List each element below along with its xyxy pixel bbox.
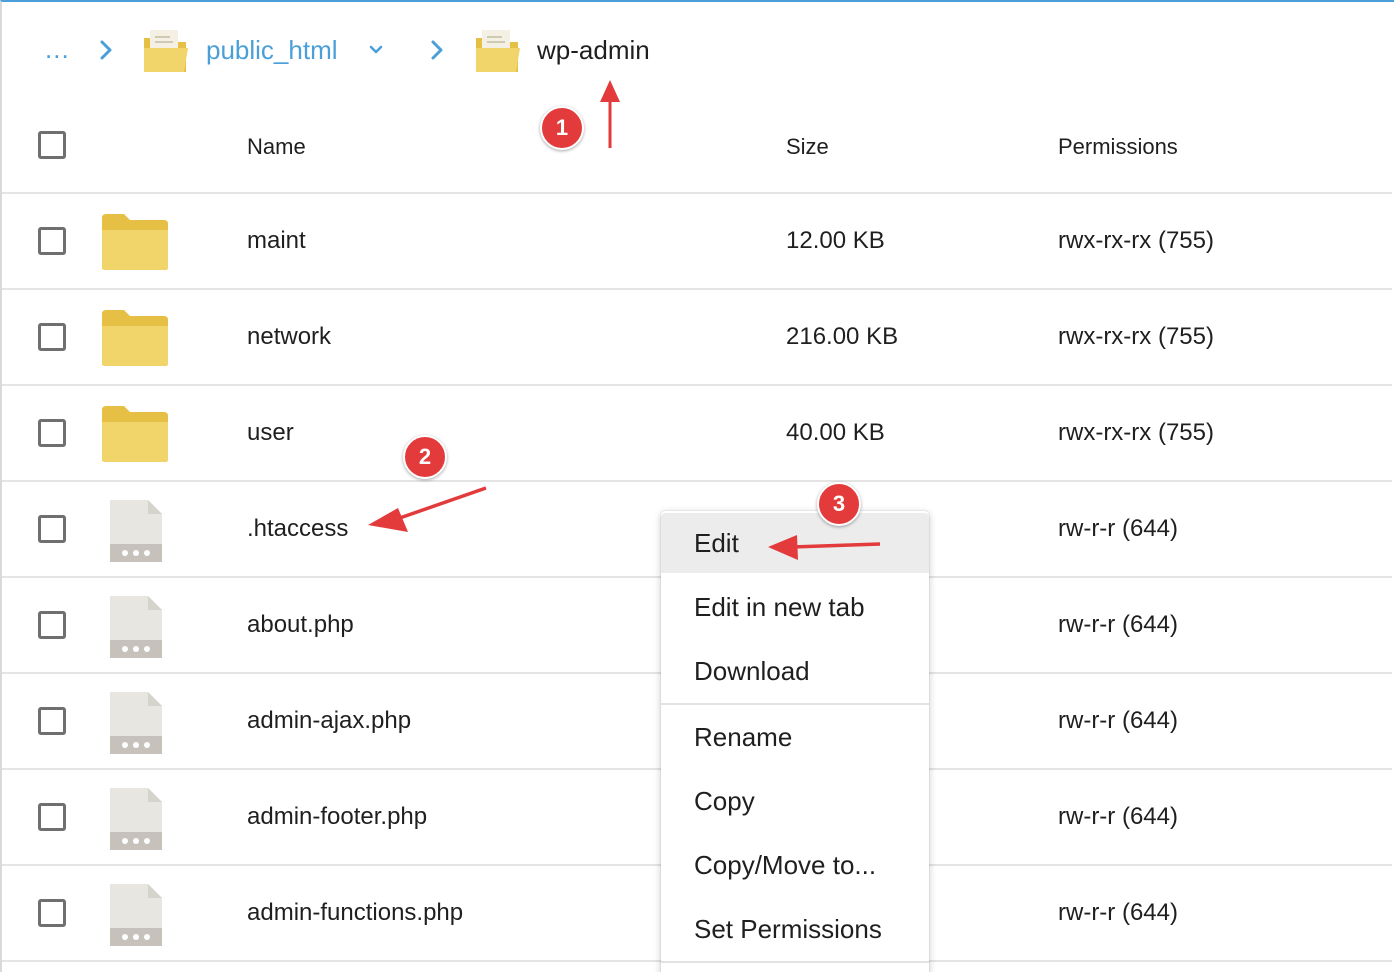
menu-item-rename[interactable]: Rename [661, 707, 929, 767]
breadcrumb: ... public_html wp-admin [2, 2, 1392, 98]
row-name[interactable]: user [247, 419, 294, 447]
row-size: 12.00 KB [786, 227, 885, 254]
menu-item-edit[interactable]: Edit [661, 513, 929, 573]
annotation-badge: 2 [403, 435, 447, 479]
row-permissions: rw-r-r (644) [1058, 899, 1178, 926]
row-permissions: rw-r-r (644) [1058, 803, 1178, 830]
folder-open-icon [140, 26, 192, 78]
row-checkbox[interactable] [38, 419, 66, 447]
menu-item-label: Copy [694, 786, 755, 816]
menu-item-set-permissions[interactable]: Set Permissions [661, 899, 929, 959]
breadcrumb-ellipsis[interactable]: ... [45, 34, 70, 65]
breadcrumb-current: wp-admin [537, 35, 650, 65]
row-checkbox[interactable] [38, 707, 66, 735]
file-icon [108, 690, 164, 756]
row-name[interactable]: about.php [247, 611, 354, 639]
folder-icon [102, 212, 168, 272]
row-permissions: rw-r-r (644) [1058, 515, 1178, 542]
table-row[interactable]: network 216.00 KB rwx-rx-rx (755) [2, 290, 1392, 386]
folder-open-icon [472, 26, 524, 78]
file-icon [108, 882, 164, 948]
column-header-size[interactable]: Size [786, 134, 829, 160]
menu-item-label: Edit in new tab [694, 592, 865, 622]
menu-item-edit-new-tab[interactable]: Edit in new tab [661, 577, 929, 637]
column-header-permissions[interactable]: Permissions [1058, 134, 1178, 160]
table-row[interactable]: user 40.00 KB rwx-rx-rx (755) [2, 386, 1392, 482]
row-checkbox[interactable] [38, 899, 66, 927]
row-name[interactable]: admin-footer.php [247, 803, 427, 831]
row-permissions: rwx-rx-rx (755) [1058, 419, 1214, 446]
row-permissions: rw-r-r (644) [1058, 707, 1178, 734]
annotation-badge: 1 [540, 106, 584, 150]
menu-item-label: Rename [694, 722, 793, 752]
row-name[interactable]: admin-ajax.php [247, 707, 411, 735]
row-name[interactable]: network [247, 323, 331, 351]
table-header: Name Size Permissions [2, 98, 1392, 194]
context-menu: Edit Edit in new tab Download Rename Cop… [661, 511, 929, 972]
row-permissions: rw-r-r (644) [1058, 611, 1178, 638]
row-size: 40.00 KB [786, 419, 885, 446]
table-row[interactable]: maint 12.00 KB rwx-rx-rx (755) [2, 194, 1392, 290]
row-name[interactable]: maint [247, 227, 306, 255]
annotation-badge: 3 [817, 482, 861, 526]
menu-item-label: Set Permissions [694, 914, 882, 944]
menu-item-label: Download [694, 656, 810, 686]
file-icon [108, 498, 164, 564]
row-size: 216.00 KB [786, 323, 899, 350]
chevron-right-icon [92, 36, 120, 64]
file-icon [108, 594, 164, 660]
row-checkbox[interactable] [38, 803, 66, 831]
file-manager: ... public_html wp-admin Name Size Permi… [0, 0, 1394, 972]
row-checkbox[interactable] [38, 227, 66, 255]
select-all-checkbox[interactable] [38, 131, 66, 159]
row-name[interactable]: .htaccess [247, 515, 348, 543]
folder-icon [102, 404, 168, 464]
row-checkbox[interactable] [38, 323, 66, 351]
menu-item-label: Copy/Move to... [694, 850, 877, 880]
menu-item-copy[interactable]: Copy [661, 771, 929, 831]
row-name[interactable]: admin-functions.php [247, 899, 463, 927]
row-checkbox[interactable] [38, 611, 66, 639]
chevron-right-icon [423, 36, 451, 64]
column-header-name[interactable]: Name [247, 134, 306, 160]
chevron-down-icon[interactable] [366, 40, 386, 60]
menu-item-download[interactable]: Download [661, 641, 929, 701]
menu-item-copy-move[interactable]: Copy/Move to... [661, 835, 929, 895]
menu-divider [661, 961, 929, 963]
menu-divider [661, 703, 929, 705]
row-permissions: rwx-rx-rx (755) [1058, 227, 1214, 254]
file-icon [108, 786, 164, 852]
breadcrumb-public-html[interactable]: public_html [206, 35, 338, 66]
menu-item-label: Edit [694, 528, 739, 558]
row-permissions: rwx-rx-rx (755) [1058, 323, 1214, 350]
folder-icon [102, 308, 168, 368]
row-checkbox[interactable] [38, 515, 66, 543]
